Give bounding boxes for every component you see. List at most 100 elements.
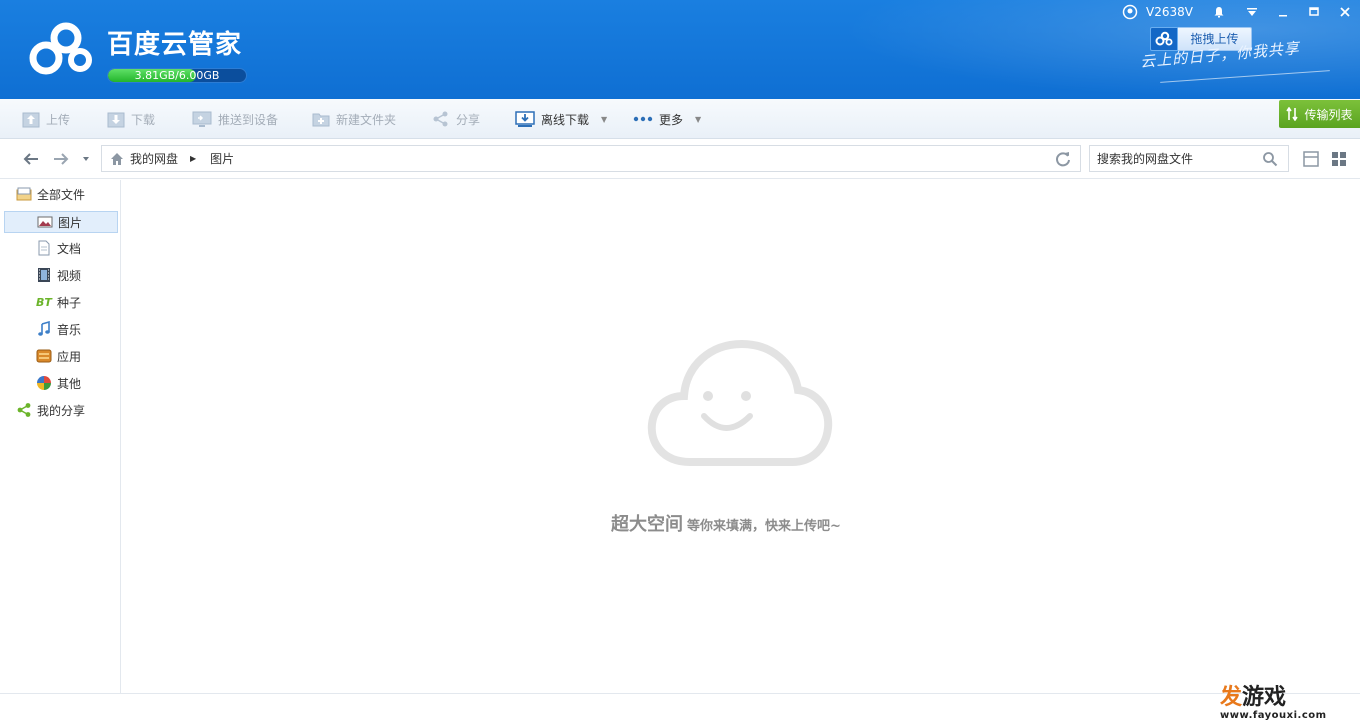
list-view-icon[interactable] (1302, 150, 1320, 168)
back-button[interactable] (21, 149, 41, 169)
history-dropdown-button[interactable] (76, 149, 96, 169)
more-button[interactable]: 更多 ▼ (633, 99, 701, 139)
sidebar-item-label: 视频 (57, 268, 82, 283)
search-icon[interactable] (1262, 151, 1278, 167)
folder-icon (16, 186, 32, 202)
download-button[interactable]: 下载 (107, 99, 155, 139)
transfer-arrows-icon (1286, 107, 1299, 121)
sidebar-item-label: 图片 (58, 215, 83, 230)
share-button[interactable]: 分享 (432, 99, 480, 139)
chevron-down-icon: ▼ (601, 114, 608, 124)
sidebar-item-label: 文档 (57, 241, 82, 256)
watermark-brand: 发游戏 (1220, 686, 1286, 710)
title-bar: 百度云管家 3.81GB/6.00GB V2638V 拖拽上传 云上的日子，你我… (0, 0, 1360, 99)
maximize-icon (1309, 7, 1319, 16)
app-icon (36, 348, 52, 364)
quota-text: 3.81GB/6.00GB (134, 69, 220, 82)
offline-download-label: 离线下载 (541, 112, 590, 127)
transfer-list-button[interactable]: 传输列表 (1279, 100, 1360, 128)
breadcrumb: 我的网盘 ▶ 图片 (101, 145, 1081, 172)
download-label: 下载 (131, 112, 156, 127)
grid-view-icon[interactable] (1330, 150, 1348, 168)
user-account[interactable]: V2638V (1122, 4, 1193, 20)
sidebar-item-documents[interactable]: 文档 (4, 237, 118, 259)
chevron-down-icon (83, 157, 89, 161)
sidebar-item-all-files[interactable]: 全部文件 (4, 183, 118, 205)
baidu-cloud-logo-icon (29, 22, 92, 75)
user-name: V2638V (1146, 5, 1193, 19)
menu-dropdown-button[interactable] (1241, 2, 1263, 22)
close-icon (1340, 7, 1350, 17)
more-label: 更多 (659, 112, 684, 127)
menu-dropdown-icon (1247, 8, 1257, 16)
offline-download-button[interactable]: 离线下载 ▼ (515, 99, 607, 139)
chevron-down-icon: ▼ (695, 114, 702, 124)
empty-state-message: 超大空间 等你来填满，快来上传吧~ (611, 510, 911, 536)
upload-icon (22, 112, 40, 128)
notification-button[interactable] (1208, 2, 1230, 22)
music-icon (36, 321, 52, 337)
sidebar-item-torrents[interactable]: BT 种子 (4, 291, 118, 313)
offline-download-icon (515, 111, 535, 127)
upload-label: 上传 (46, 112, 71, 127)
watermark-url: www.fayouxi.com (1220, 710, 1327, 721)
push-device-icon (192, 111, 212, 127)
sidebar-item-label: 应用 (57, 349, 82, 364)
breadcrumb-current[interactable]: 图片 (210, 150, 234, 167)
video-icon (36, 267, 52, 283)
close-button[interactable] (1334, 2, 1356, 22)
toolbar: 上传 下载 推送到设备 新建文件夹 分享 离线下载 ▼ 更多 ▼ (0, 99, 1360, 139)
document-icon (36, 240, 52, 256)
empty-cloud-smiley-icon (647, 339, 833, 466)
minimize-icon (1279, 15, 1287, 17)
new-folder-button[interactable]: 新建文件夹 (312, 99, 396, 139)
bt-icon: BT (36, 295, 52, 309)
download-icon (107, 112, 125, 128)
maximize-button[interactable] (1303, 2, 1325, 22)
forward-button[interactable] (51, 149, 71, 169)
empty-title: 超大空间 (611, 514, 683, 535)
sidebar-item-music[interactable]: 音乐 (4, 318, 118, 340)
sidebar-item-label: 音乐 (57, 322, 82, 337)
empty-subtitle: 等你来填满，快来上传吧~ (687, 519, 841, 534)
app-title: 百度云管家 (107, 30, 243, 60)
site-watermark-logo: 发游戏 www.fayouxi.com (1220, 686, 1327, 722)
quota-bar: 3.81GB/6.00GB (107, 68, 247, 83)
user-avatar-icon (1122, 4, 1138, 20)
more-dots-icon (633, 116, 653, 122)
breadcrumb-root[interactable]: 我的网盘 (130, 150, 178, 167)
sidebar-item-apps[interactable]: 应用 (4, 345, 118, 367)
status-bar (0, 693, 1360, 728)
sidebar-item-other[interactable]: 其他 (4, 372, 118, 394)
new-folder-label: 新建文件夹 (336, 112, 397, 127)
sidebar: 全部文件 图片 文档 视频 BT 种子 音乐 应用 其他 我的分享 (0, 180, 121, 693)
share-label: 分享 (456, 112, 481, 127)
sidebar-item-videos[interactable]: 视频 (4, 264, 118, 286)
sidebar-item-pictures[interactable]: 图片 (4, 211, 118, 233)
cloud-upload-icon (1155, 31, 1173, 46)
bell-icon (1214, 7, 1224, 18)
watermark-brand-b: 游戏 (1242, 685, 1287, 710)
home-icon (111, 152, 123, 165)
sidebar-item-label: 其他 (57, 376, 82, 391)
sidebar-item-label: 全部文件 (37, 187, 86, 202)
sidebar-item-label: 种子 (57, 295, 82, 310)
transfer-list-label: 传输列表 (1304, 107, 1353, 122)
search-input[interactable]: 搜索我的网盘文件 (1097, 150, 1193, 167)
push-device-label: 推送到设备 (218, 112, 279, 127)
search-box[interactable]: 搜索我的网盘文件 (1089, 145, 1289, 172)
sidebar-item-my-shares[interactable]: 我的分享 (4, 399, 118, 421)
picture-icon (37, 214, 53, 230)
refresh-icon[interactable] (1054, 150, 1072, 168)
share-icon (433, 111, 448, 127)
minimize-button[interactable] (1272, 2, 1294, 22)
upload-button[interactable]: 上传 (22, 99, 70, 139)
share-icon (16, 402, 32, 418)
navigation-bar: 我的网盘 ▶ 图片 搜索我的网盘文件 (0, 139, 1360, 179)
sidebar-item-label: 我的分享 (37, 403, 86, 418)
push-to-device-button[interactable]: 推送到设备 (192, 99, 278, 139)
arrow-right-icon (54, 153, 69, 165)
arrow-left-icon (23, 153, 38, 165)
watermark-brand-a: 发 (1220, 685, 1243, 710)
breadcrumb-separator-icon[interactable]: ▶ (190, 154, 196, 163)
